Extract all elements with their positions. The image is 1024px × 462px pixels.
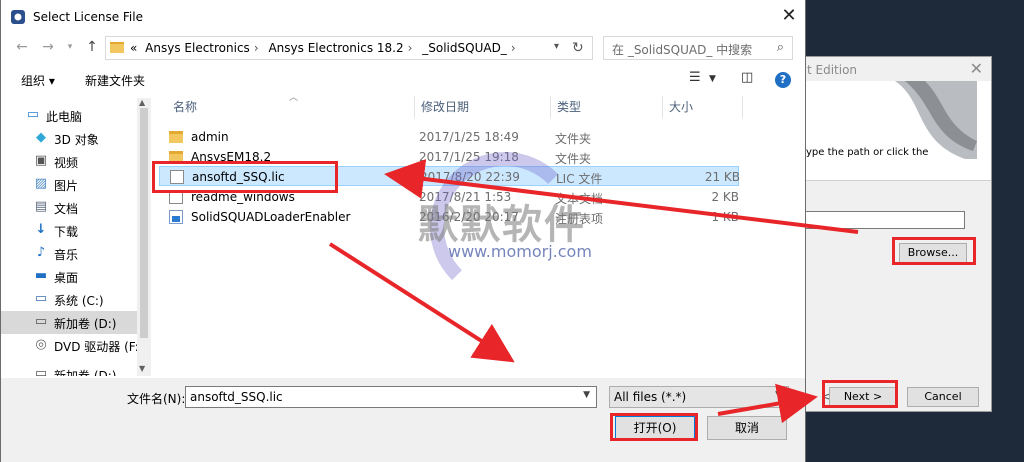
arrow-to-selected-file <box>384 159 859 234</box>
annotation-arrows <box>328 159 859 424</box>
arrow-to-next-button <box>717 383 818 424</box>
arrow-to-open-button <box>328 242 515 363</box>
